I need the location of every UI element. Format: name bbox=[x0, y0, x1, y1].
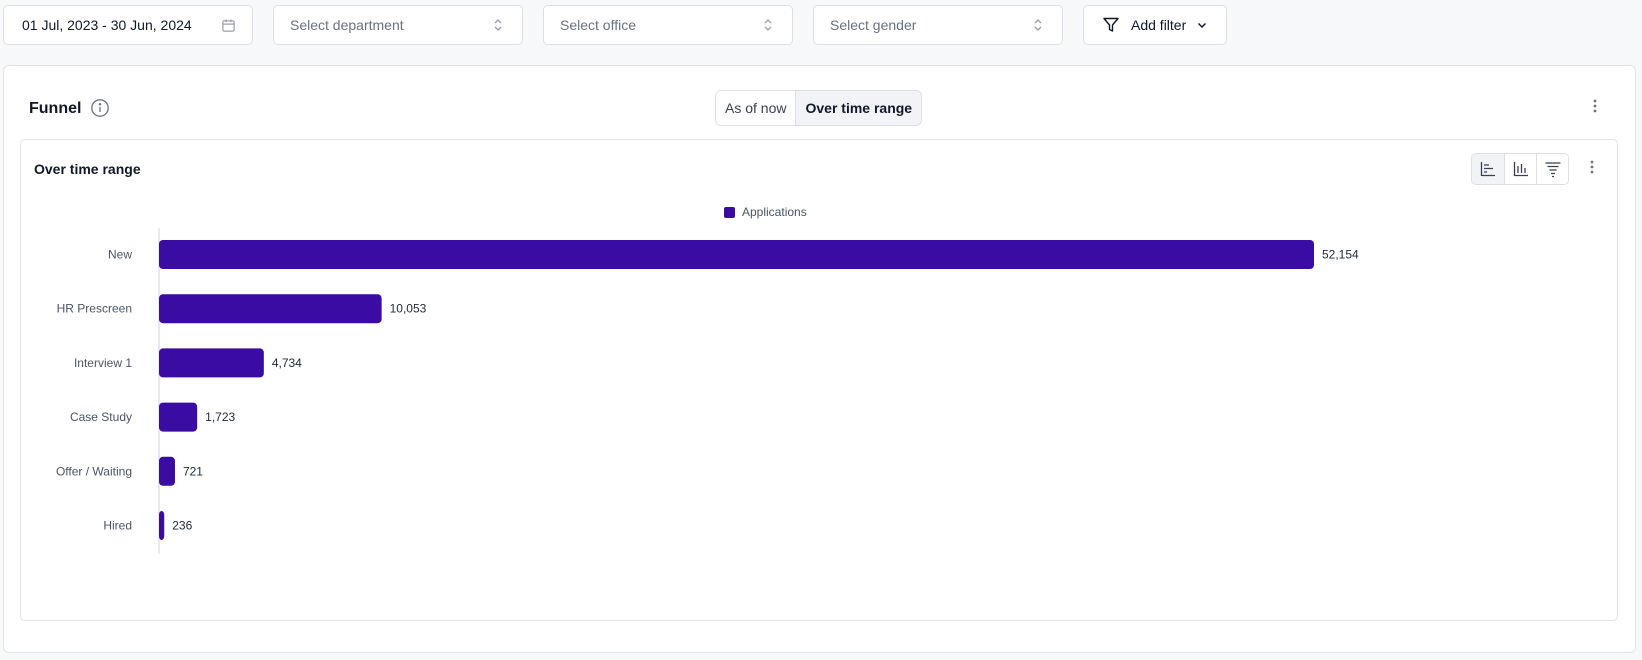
value-label: 10,053 bbox=[390, 302, 427, 316]
department-select-placeholder: Select department bbox=[290, 17, 404, 33]
time-mode-toggle: As of now Over time range bbox=[715, 90, 923, 126]
bar bbox=[159, 511, 165, 540]
category-label: New bbox=[108, 248, 132, 262]
value-label: 4,734 bbox=[272, 356, 302, 370]
chevron-down-icon bbox=[1196, 17, 1208, 33]
add-filter-label: Add filter bbox=[1131, 17, 1187, 33]
bar bbox=[159, 456, 175, 486]
office-select-placeholder: Select office bbox=[560, 17, 637, 33]
chevron-up-down-icon bbox=[1030, 17, 1046, 33]
value-label: 1,723 bbox=[205, 410, 235, 424]
chart-panel: Over time range Applications New 52,154 HR … bbox=[20, 139, 1618, 621]
legend-swatch bbox=[724, 207, 735, 218]
value-label: 52,154 bbox=[1322, 248, 1359, 262]
gender-select[interactable]: Select gender bbox=[813, 5, 1063, 45]
toggle-over-time-range[interactable]: Over time range bbox=[795, 91, 922, 125]
more-options-icon[interactable] bbox=[1589, 96, 1601, 116]
info-icon[interactable] bbox=[90, 98, 110, 118]
bar bbox=[159, 294, 382, 324]
chevron-up-down-icon bbox=[760, 17, 776, 33]
bar bbox=[159, 348, 264, 378]
funnel-card: Funnel As of now Over time range Over ti… bbox=[3, 65, 1636, 653]
date-range-value: 01 Jul, 2023 - 30 Jun, 2024 bbox=[22, 17, 192, 33]
chevron-up-down-icon bbox=[490, 17, 506, 33]
card-title: Funnel bbox=[29, 100, 82, 117]
funnel-bar-chart: Applications New 52,154 HR Prescreen 10,053 I… bbox=[56, 205, 1359, 554]
category-label: Hired bbox=[103, 519, 132, 533]
category-label: Interview 1 bbox=[74, 356, 132, 370]
bar bbox=[159, 240, 1314, 269]
toggle-as-of-now[interactable]: As of now bbox=[716, 91, 796, 125]
gender-select-placeholder: Select gender bbox=[830, 17, 917, 33]
category-label: HR Prescreen bbox=[57, 302, 132, 316]
value-label: 721 bbox=[183, 464, 203, 478]
value-label: 236 bbox=[172, 519, 192, 533]
office-select[interactable]: Select office bbox=[543, 5, 793, 45]
filter-icon bbox=[1102, 16, 1120, 34]
category-label: Offer / Waiting bbox=[56, 464, 132, 478]
bar bbox=[159, 402, 198, 432]
legend-label: Applications bbox=[742, 205, 807, 219]
department-select[interactable]: Select department bbox=[273, 5, 523, 45]
category-label: Case Study bbox=[70, 410, 132, 424]
add-filter-button[interactable]: Add filter bbox=[1083, 5, 1227, 45]
date-range-picker[interactable]: 01 Jul, 2023 - 30 Jun, 2024 bbox=[3, 5, 253, 45]
calendar-icon bbox=[220, 17, 236, 33]
